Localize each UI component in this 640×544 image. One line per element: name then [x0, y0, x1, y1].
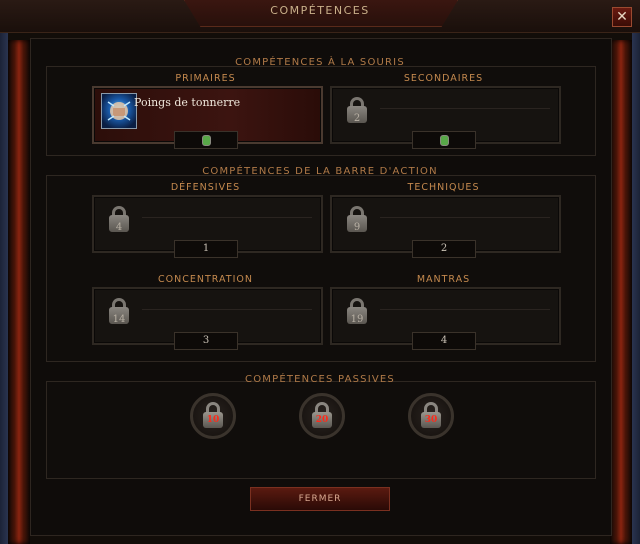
unlock-level: 10 [206, 415, 220, 425]
unlock-level: 14 [112, 314, 126, 325]
right-pillar [610, 40, 632, 544]
left-frame-edge [0, 0, 8, 544]
hotkey-1: 1 [174, 240, 238, 258]
hotkey-2: 2 [412, 240, 476, 258]
passive-slot-3[interactable]: 30 [408, 393, 454, 439]
close-icon[interactable]: ✕ [612, 7, 632, 27]
close-button[interactable]: Fermer [250, 487, 390, 511]
thunder-fist-icon [101, 93, 137, 129]
secondary-mouse-button [412, 131, 476, 149]
unlock-level: 19 [350, 314, 364, 325]
left-mouse-icon [201, 135, 211, 146]
concentration-label: Concentration [158, 274, 253, 285]
techniques-label: Techniques [407, 182, 480, 193]
locked-slot-icon: 2 [339, 93, 375, 129]
passive-skills-title: Compétences passives [245, 374, 395, 385]
defensive-label: Défensives [170, 182, 241, 193]
skills-window: Compétences ✕ Compétences à la souris Pr… [0, 0, 640, 544]
primary-mouse-button [174, 131, 238, 149]
hotkey-4: 4 [412, 332, 476, 350]
primary-label: Primaires [175, 73, 236, 84]
action-bar-title: Compétences de la barre d'action [202, 166, 438, 177]
locked-slot-icon: 9 [339, 202, 375, 238]
left-pillar [8, 40, 30, 544]
locked-slot-icon: 14 [101, 294, 137, 330]
locked-slot-icon: 4 [101, 202, 137, 238]
hotkey-3: 3 [174, 332, 238, 350]
unlock-level: 4 [115, 222, 123, 233]
locked-slot-icon: 19 [339, 294, 375, 330]
unlock-level: 2 [353, 113, 361, 124]
window-title: Compétences [270, 4, 370, 17]
unlock-level: 20 [315, 415, 329, 425]
passive-slot-2[interactable]: 20 [299, 393, 345, 439]
passive-slot-1[interactable]: 10 [190, 393, 236, 439]
primary-skill-name: Poings de tonnerre [134, 96, 241, 109]
right-mouse-icon [439, 135, 449, 146]
mantras-label: Mantras [416, 274, 471, 285]
secondary-label: Secondaires [403, 73, 484, 84]
mouse-skills-title: Compétences à la souris [235, 57, 405, 68]
unlock-level: 9 [353, 222, 361, 233]
right-frame-edge [632, 0, 640, 544]
unlock-level: 30 [424, 415, 438, 425]
